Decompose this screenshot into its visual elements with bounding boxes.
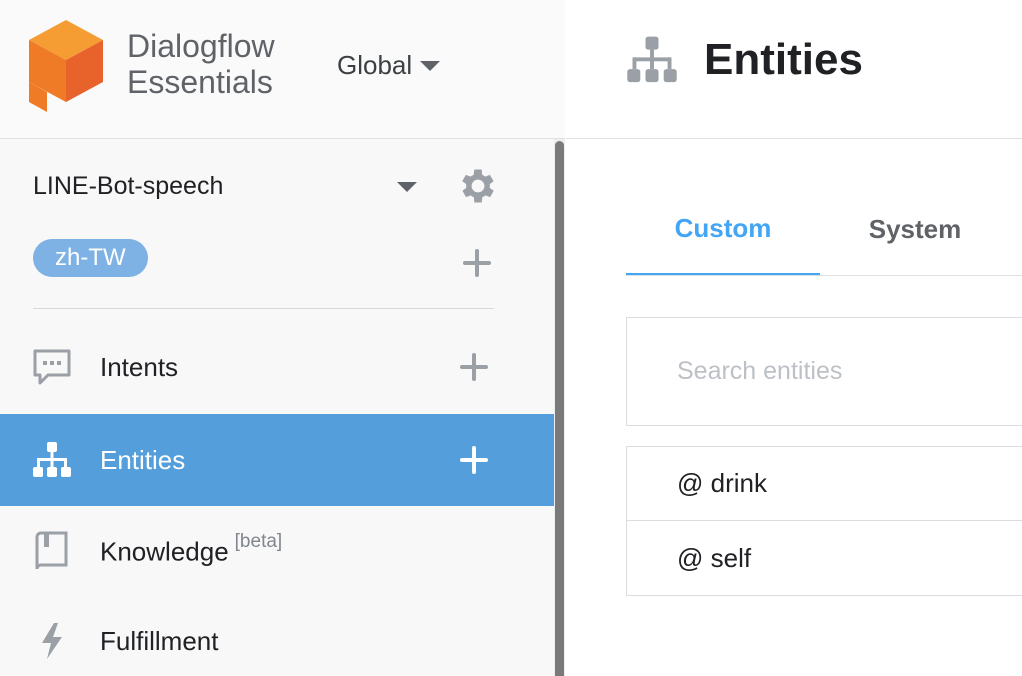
language-chip[interactable]: zh-TW — [33, 239, 148, 277]
knowledge-label: Knowledge — [100, 536, 229, 567]
scrollbar-thumb[interactable] — [555, 141, 564, 676]
sidebar-scrollbar[interactable] — [554, 139, 565, 676]
caret-down-icon — [397, 182, 417, 192]
sidebar-item-intents[interactable]: Intents — [0, 321, 554, 413]
sitemap-icon — [33, 442, 71, 477]
page-header: Entities — [566, 0, 1022, 139]
brand-name-line1: Dialogflow — [127, 28, 275, 64]
sidebar-item-label: Knowledge [beta] — [100, 531, 282, 568]
agent-selector[interactable]: LINE-Bot-speech — [33, 164, 503, 208]
sidebar-item-entities[interactable]: Entities — [0, 414, 554, 506]
brand-header: Dialogflow Essentials Global — [0, 0, 565, 139]
main-content: Entities Custom System @ drink @ self — [566, 0, 1022, 676]
book-icon — [35, 531, 68, 570]
brand-name: Dialogflow Essentials — [127, 28, 275, 100]
search-input[interactable] — [677, 357, 1017, 386]
sidebar-item-label: Entities — [100, 444, 186, 475]
search-box — [626, 317, 1022, 426]
list-item[interactable]: @ self — [627, 521, 1022, 595]
sidebar-divider — [33, 308, 494, 309]
gear-icon[interactable] — [456, 164, 500, 208]
brand-name-line2: Essentials — [127, 64, 273, 100]
sitemap-icon — [627, 36, 677, 83]
lightning-icon — [42, 623, 62, 659]
list-item[interactable]: @ drink — [627, 447, 1022, 521]
sidebar-item-knowledge[interactable]: Knowledge [beta] — [0, 505, 554, 597]
language-row: zh-TW — [33, 239, 503, 279]
dialogflow-logo-icon — [29, 20, 103, 112]
sidebar-item-label: Fulfillment — [100, 625, 219, 656]
add-language-plus-icon[interactable] — [463, 249, 491, 277]
entity-list: @ drink @ self — [626, 446, 1022, 596]
agent-name: LINE-Bot-speech — [33, 171, 224, 200]
entity-tabs: Custom System — [626, 196, 1022, 276]
sidebar-item-label: Intents — [100, 351, 179, 382]
sidebar-item-fulfillment[interactable]: Fulfillment — [0, 595, 554, 676]
page-title: Entities — [704, 35, 863, 84]
region-label: Global — [337, 50, 413, 80]
sidebar: Dialogflow Essentials Global LINE-Bot-sp… — [0, 0, 565, 676]
chat-bubble-icon — [33, 349, 71, 385]
caret-down-icon — [420, 60, 441, 71]
add-intent-plus-icon[interactable] — [460, 353, 488, 381]
beta-badge: [beta] — [234, 530, 283, 552]
tab-custom[interactable]: Custom — [626, 196, 820, 275]
tab-system[interactable]: System — [820, 196, 1010, 275]
add-entity-plus-icon[interactable] — [460, 446, 488, 474]
region-selector[interactable]: Global — [337, 50, 441, 81]
